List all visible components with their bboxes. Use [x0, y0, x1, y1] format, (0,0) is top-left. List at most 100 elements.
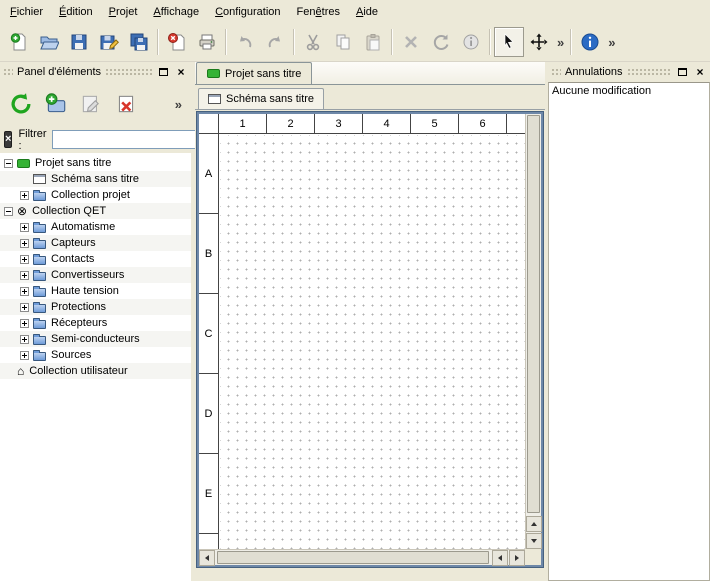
dock-title-label: Panel d'éléments: [17, 66, 101, 78]
dock-handle[interactable]: [551, 68, 561, 76]
tree-item-label: Projet sans titre: [35, 157, 111, 169]
menu-projet[interactable]: Projet: [101, 0, 146, 23]
tree-item-collection-utilisateur[interactable]: ⌂ Collection utilisateur: [0, 363, 191, 379]
qet-collection-icon: ⊗: [17, 205, 27, 217]
tab-projet-sans-titre[interactable]: Projet sans titre: [196, 62, 312, 84]
filter-input[interactable]: [52, 130, 202, 149]
collapse-icon[interactable]: [4, 159, 13, 168]
tree-item-sources[interactable]: Sources: [0, 347, 191, 363]
tree-item-automatisme[interactable]: Automatisme: [0, 219, 191, 235]
undo-dock-titlebar[interactable]: Annulations ×: [548, 62, 710, 82]
row-ruler-cell: C: [199, 294, 218, 374]
expand-icon[interactable]: [20, 271, 29, 280]
row-ruler-cell: B: [199, 214, 218, 294]
tree-item-convertisseurs[interactable]: Convertisseurs: [0, 267, 191, 283]
menu-fichier[interactable]: Fichier: [2, 0, 51, 23]
tree-item-label: Collection projet: [51, 189, 130, 201]
toolbar-overflow-chevron[interactable]: »: [605, 35, 618, 50]
move-tool-button[interactable]: [524, 27, 554, 57]
reload-collections-button[interactable]: [6, 88, 36, 120]
delete-icon: [401, 32, 421, 52]
about-button[interactable]: [575, 27, 605, 57]
edit-element-button[interactable]: [76, 88, 106, 120]
collapse-icon[interactable]: [4, 207, 13, 216]
copy-button[interactable]: [328, 27, 358, 57]
tree-item-schema-sans-titre[interactable]: Schéma sans titre: [0, 171, 191, 187]
undo-history-list[interactable]: Aucune modification: [548, 82, 710, 581]
tools-overflow-chevron[interactable]: »: [554, 35, 567, 50]
folder-icon: [33, 333, 46, 345]
scroll-down-button[interactable]: [526, 533, 542, 549]
expand-icon[interactable]: [20, 255, 29, 264]
save-button[interactable]: [64, 27, 94, 57]
expand-icon[interactable]: [20, 191, 29, 200]
horizontal-scrollbar[interactable]: [199, 549, 525, 565]
tab-schema-sans-titre[interactable]: Schéma sans titre: [198, 88, 324, 109]
expand-icon[interactable]: [20, 335, 29, 344]
float-icon: [159, 68, 168, 76]
dock-close-button[interactable]: ×: [693, 65, 707, 79]
menu-edition[interactable]: Édition: [51, 0, 101, 23]
menu-affichage[interactable]: Affichage: [145, 0, 207, 23]
info-gray-icon: [461, 32, 481, 52]
paste-button[interactable]: [358, 27, 388, 57]
schema-tab-bar: Schéma sans titre: [195, 88, 545, 110]
panel-overflow-chevron[interactable]: »: [172, 97, 185, 112]
vertical-scrollbar[interactable]: [525, 114, 541, 549]
new-element-button[interactable]: [41, 88, 71, 120]
undo-button[interactable]: [230, 27, 260, 57]
clear-filter-button[interactable]: ×: [4, 131, 12, 148]
dock-handle[interactable]: [3, 68, 13, 76]
tab-label: Projet sans titre: [225, 68, 301, 80]
tree-item-collection-qet[interactable]: ⊗ Collection QET: [0, 203, 191, 219]
dock-float-button[interactable]: [156, 65, 170, 79]
dock-float-button[interactable]: [675, 65, 689, 79]
horizontal-scrollbar-thumb[interactable]: [217, 551, 489, 564]
open-button[interactable]: [34, 27, 64, 57]
expand-icon[interactable]: [20, 351, 29, 360]
diagram-canvas[interactable]: [220, 135, 525, 549]
scroll-right-button[interactable]: [509, 550, 525, 566]
tree-item-contacts[interactable]: Contacts: [0, 251, 191, 267]
dock-close-button[interactable]: ×: [174, 65, 188, 79]
cut-button[interactable]: [298, 27, 328, 57]
folder-icon: [33, 237, 46, 249]
delete-button[interactable]: [396, 27, 426, 57]
element-info-button[interactable]: [456, 27, 486, 57]
scroll-left-button[interactable]: [199, 550, 215, 566]
scroll-up-button[interactable]: [526, 516, 542, 532]
redo-button[interactable]: [260, 27, 290, 57]
tree-item-collection-projet[interactable]: Collection projet: [0, 187, 191, 203]
dock-handle[interactable]: [105, 68, 152, 76]
new-document-button[interactable]: [4, 27, 34, 57]
tree-item-projet-sans-titre[interactable]: Projet sans titre: [0, 155, 191, 171]
toolbar-separator: [157, 29, 159, 55]
expand-icon[interactable]: [20, 239, 29, 248]
scrollbar-corner: [525, 549, 541, 565]
tree-item-capteurs[interactable]: Capteurs: [0, 235, 191, 251]
expand-icon[interactable]: [20, 287, 29, 296]
menu-configuration[interactable]: Configuration: [207, 0, 288, 23]
expand-icon[interactable]: [20, 319, 29, 328]
dock-title-label: Annulations: [565, 66, 623, 78]
expand-icon[interactable]: [20, 303, 29, 312]
save-all-button[interactable]: [124, 27, 154, 57]
scroll-left-button-2[interactable]: [492, 550, 508, 566]
dock-handle[interactable]: [627, 68, 672, 76]
elements-panel-titlebar[interactable]: Panel d'éléments ×: [0, 62, 191, 82]
tree-item-semi-conducteurs[interactable]: Semi-conducteurs: [0, 331, 191, 347]
delete-element-button[interactable]: [111, 88, 141, 120]
vertical-scrollbar-thumb[interactable]: [527, 115, 540, 513]
menu-aide[interactable]: Aide: [348, 0, 386, 23]
menu-fenetres[interactable]: Fenêtres: [289, 0, 348, 23]
close-file-button[interactable]: [162, 27, 192, 57]
ruler-corner: [199, 114, 219, 134]
save-as-button[interactable]: [94, 27, 124, 57]
tree-item-haute-tension[interactable]: Haute tension: [0, 283, 191, 299]
print-button[interactable]: [192, 27, 222, 57]
select-tool-button[interactable]: [494, 27, 524, 57]
rotate-button[interactable]: [426, 27, 456, 57]
expand-icon[interactable]: [20, 223, 29, 232]
tree-item-protections[interactable]: Protections: [0, 299, 191, 315]
tree-item-recepteurs[interactable]: Récepteurs: [0, 315, 191, 331]
